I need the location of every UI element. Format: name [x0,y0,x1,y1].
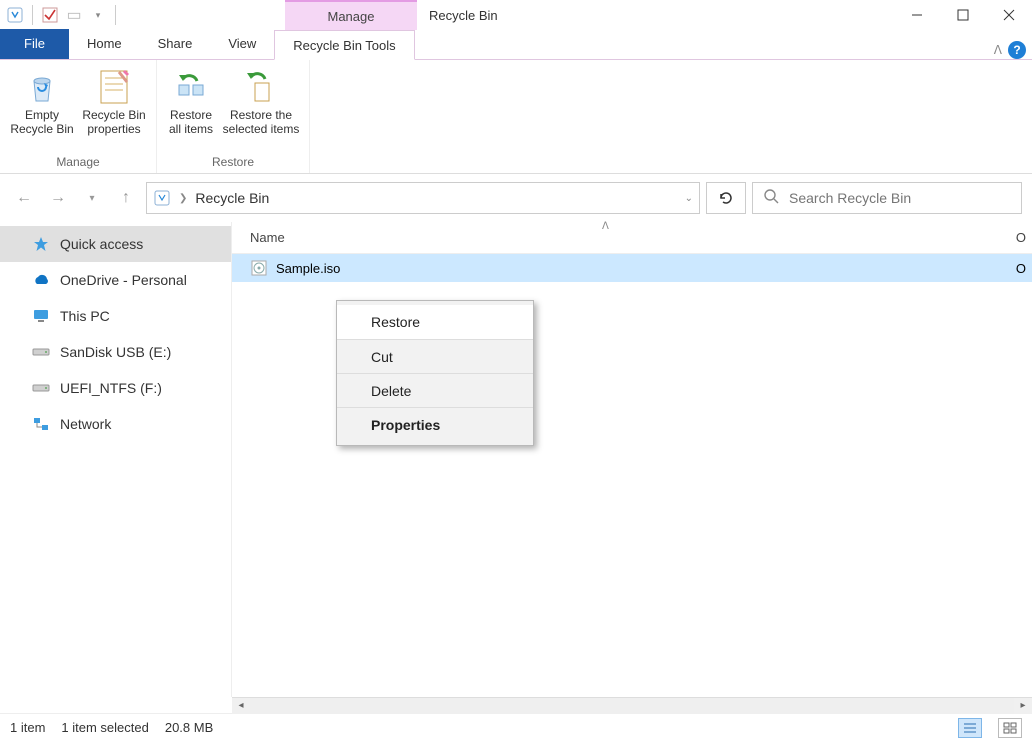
restore-selected-icon [243,66,279,108]
sidebar-item-drive-e[interactable]: SanDisk USB (E:) [0,334,231,370]
properties-check-icon[interactable] [41,6,59,24]
sidebar-item-drive-f[interactable]: UEFI_NTFS (F:) [0,370,231,406]
recent-locations-dropdown[interactable]: ▾ [78,184,106,212]
recycle-bin-icon [6,6,24,24]
search-input[interactable] [789,190,1011,206]
drive-icon [32,343,50,361]
file-row[interactable]: Sample.iso O [232,254,1032,282]
column-headers[interactable]: Name ᐱ O [232,222,1032,254]
status-item-count: 1 item [10,720,45,735]
cloud-icon [32,271,50,289]
sidebar-item-label: UEFI_NTFS (F:) [60,380,162,396]
restore-selected-items-button[interactable]: Restore the selected items [219,64,303,151]
collapse-ribbon-icon[interactable]: ᐱ [994,43,1002,57]
tab-recycle-bin-tools[interactable]: Recycle Bin Tools [274,30,414,60]
breadcrumb[interactable]: Recycle Bin [195,190,269,206]
ribbon-group-manage-label: Manage [6,151,150,173]
explorer-body: Quick access OneDrive - Personal This PC… [0,222,1032,697]
details-view-button[interactable] [958,718,982,738]
file-name: Sample.iso [276,261,340,276]
sort-indicator-icon: ᐱ [602,221,609,232]
navigation-pane: Quick access OneDrive - Personal This PC… [0,222,232,697]
restore-selected-items-label: Restore the selected items [221,108,301,136]
titlebar: ▭ ▾ Manage Recycle Bin [0,0,1032,30]
separator [32,5,33,25]
tab-share[interactable]: Share [140,29,211,59]
ribbon: Empty Recycle Bin Recycle Bin properties… [0,60,1032,174]
qat-dropdown-icon[interactable]: ▾ [89,6,107,24]
ribbon-group-restore-label: Restore [163,151,303,173]
maximize-button[interactable] [940,0,986,30]
tab-home[interactable]: Home [69,29,140,59]
sidebar-item-onedrive[interactable]: OneDrive - Personal [0,262,231,298]
file-list-pane: Name ᐱ O Sample.iso O [232,222,1032,697]
file-right-cell: O [1016,261,1032,276]
network-icon [32,415,50,433]
minimize-button[interactable] [894,0,940,30]
status-selected-count: 1 item selected [61,720,148,735]
search-icon [763,188,779,209]
new-folder-icon[interactable]: ▭ [65,6,83,24]
context-menu-cut[interactable]: Cut [337,339,533,373]
restore-all-items-button[interactable]: Restore all items [163,64,219,151]
status-size: 20.8 MB [165,720,213,735]
sidebar-item-label: Quick access [60,236,143,252]
horizontal-scrollbar[interactable]: ◂ ▸ [232,697,1032,713]
tab-view[interactable]: View [210,29,274,59]
context-menu-restore[interactable]: Restore [337,305,533,339]
drive-icon [32,379,50,397]
star-icon [32,235,50,253]
address-bar[interactable]: ❯ Recycle Bin ⌄ [146,182,700,214]
navigation-row: ← → ▾ ↑ ❯ Recycle Bin ⌄ [0,174,1032,222]
context-menu: Restore Cut Delete Properties [336,300,534,446]
scroll-left-button[interactable]: ◂ [232,698,250,714]
close-button[interactable] [986,0,1032,30]
disc-image-icon [250,259,268,277]
chevron-right-icon[interactable]: ❯ [179,193,187,204]
separator [115,5,116,25]
ribbon-group-manage: Empty Recycle Bin Recycle Bin properties… [0,60,157,173]
sidebar-item-label: This PC [60,308,110,324]
context-menu-properties[interactable]: Properties [337,407,533,441]
sidebar-item-this-pc[interactable]: This PC [0,298,231,334]
forward-button[interactable]: → [44,184,72,212]
monitor-icon [32,307,50,325]
help-icon[interactable]: ? [1008,41,1026,59]
recycle-bin-empty-icon [24,66,60,108]
empty-recycle-bin-label: Empty Recycle Bin [8,108,76,136]
scroll-track[interactable] [250,698,1014,714]
search-box[interactable] [752,182,1022,214]
recycle-bin-properties-button[interactable]: Recycle Bin properties [78,64,150,151]
sidebar-item-label: SanDisk USB (E:) [60,344,171,360]
recycle-bin-properties-label: Recycle Bin properties [80,108,148,136]
sidebar-item-quick-access[interactable]: Quick access [0,226,231,262]
properties-sheet-icon [97,66,131,108]
location-recycle-bin-icon [153,189,171,207]
scroll-right-button[interactable]: ▸ [1014,698,1032,714]
back-button[interactable]: ← [10,184,38,212]
contextual-tab-label: Manage [285,0,417,30]
sidebar-item-label: OneDrive - Personal [60,272,187,288]
window-title: Recycle Bin [417,0,894,30]
quick-access-toolbar: ▭ ▾ [0,0,124,30]
ribbon-tabs: File Home Share View Recycle Bin Tools ᐱ… [0,30,1032,60]
thumbnails-view-button[interactable] [998,718,1022,738]
restore-all-items-label: Restore all items [165,108,217,136]
sidebar-item-network[interactable]: Network [0,406,231,442]
ribbon-group-restore: Restore all items Restore the selected i… [157,60,310,173]
up-button[interactable]: ↑ [112,184,140,212]
sidebar-item-label: Network [60,416,111,432]
tab-file[interactable]: File [0,29,69,59]
refresh-button[interactable] [706,182,746,214]
context-menu-delete[interactable]: Delete [337,373,533,407]
address-history-dropdown[interactable]: ⌄ [685,193,693,204]
column-name[interactable]: Name [250,230,610,245]
status-bar: 1 item 1 item selected 20.8 MB [0,713,1032,741]
empty-recycle-bin-button[interactable]: Empty Recycle Bin [6,64,78,151]
column-right[interactable]: O [1016,230,1032,245]
window-controls [894,0,1032,30]
restore-all-icon [173,66,209,108]
